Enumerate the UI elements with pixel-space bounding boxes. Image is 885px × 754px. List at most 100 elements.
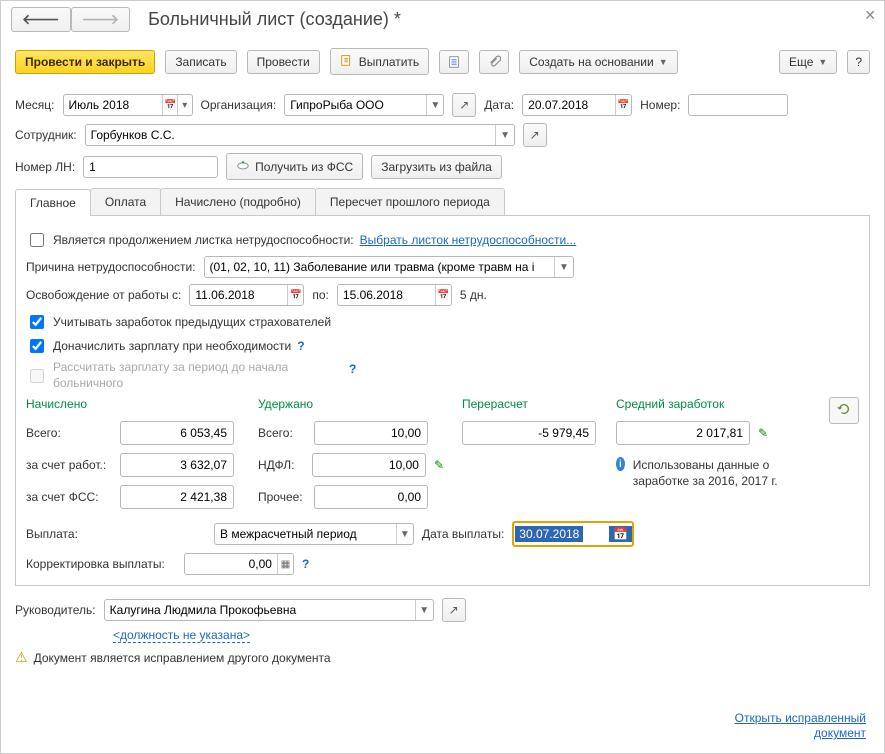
correction-input[interactable]: [185, 557, 277, 571]
ln-field[interactable]: [83, 156, 218, 178]
tab-payment[interactable]: Оплата: [90, 188, 161, 215]
chevron-down-icon[interactable]: ▼: [495, 125, 513, 145]
calculator-icon[interactable]: ▦: [277, 554, 293, 574]
use-prev-insurers-checkbox[interactable]: [30, 315, 44, 329]
total-label: Всего:: [258, 426, 306, 440]
header-row-3: Номер ЛН: Получить из ФСС Загрузить из ф…: [15, 153, 870, 180]
reason-field[interactable]: ▼: [204, 256, 574, 278]
period-from-field[interactable]: 📅: [189, 284, 304, 306]
accrue-salary-checkbox[interactable]: [30, 339, 44, 353]
total-label: Всего:: [26, 426, 112, 440]
payout-period-field[interactable]: ▼: [214, 523, 414, 545]
date-input[interactable]: [523, 98, 615, 112]
is-continuation-label: Является продолжением листка нетрудоспос…: [53, 233, 354, 247]
avg-field[interactable]: [616, 421, 750, 445]
employee-open-button[interactable]: ↗: [523, 123, 547, 147]
ln-input[interactable]: [84, 160, 217, 174]
period-to-field[interactable]: 📅: [337, 284, 452, 306]
spinner-icon[interactable]: ▾: [177, 95, 192, 115]
reason-input[interactable]: [205, 260, 555, 274]
refresh-button[interactable]: [829, 397, 859, 424]
load-from-file-button[interactable]: Загрузить из файла: [371, 155, 502, 179]
get-from-fss-button[interactable]: Получить из ФСС: [226, 153, 363, 180]
document-journal-button[interactable]: [439, 50, 469, 74]
correction-field[interactable]: ▦: [184, 553, 294, 575]
calendar-icon[interactable]: 📅: [435, 285, 451, 305]
period-to-input[interactable]: [338, 288, 435, 302]
payout-button[interactable]: Выплатить: [330, 48, 430, 75]
month-input[interactable]: [64, 98, 163, 112]
more-button[interactable]: Еще ▼: [779, 50, 837, 74]
number-input[interactable]: [689, 98, 787, 112]
org-input[interactable]: [285, 98, 426, 112]
payout-label: Выплата:: [26, 527, 206, 541]
manager-input[interactable]: [105, 603, 415, 617]
date-field[interactable]: 📅: [522, 94, 632, 116]
post-close-button[interactable]: Провести и закрыть: [15, 50, 155, 74]
calendar-icon[interactable]: 📅: [615, 95, 631, 115]
employee-field[interactable]: ▼: [85, 124, 515, 146]
employee-label: Сотрудник:: [15, 128, 77, 142]
manager-open-button[interactable]: ↗: [442, 598, 466, 622]
help-button[interactable]: ?: [847, 50, 870, 74]
help-icon[interactable]: ?: [297, 339, 304, 353]
payout-icon: [340, 53, 354, 70]
deducted-ndfl-field[interactable]: [312, 453, 426, 477]
calendar-icon[interactable]: 📅: [287, 285, 303, 305]
save-button[interactable]: Записать: [165, 50, 236, 74]
manager-field[interactable]: ▼: [104, 599, 434, 621]
nav-back-button[interactable]: 🡐: [11, 7, 71, 32]
payout-date-label: Дата выплаты:: [422, 527, 504, 541]
post-button[interactable]: Провести: [247, 50, 320, 74]
chevron-down-icon: ▼: [659, 57, 668, 67]
org-open-button[interactable]: ↗: [452, 93, 476, 117]
info-icon: i: [616, 457, 625, 471]
deducted-other-field[interactable]: [314, 485, 428, 509]
tab-accrued[interactable]: Начислено (подробно): [160, 188, 316, 215]
calc-before-label: Рассчитать зарплату за период до начала …: [53, 360, 303, 391]
month-field[interactable]: 📅 ▾: [63, 94, 193, 116]
open-corrected-link[interactable]: Открыть исправленный документ: [735, 711, 866, 741]
ndfl-label: НДФЛ:: [258, 458, 304, 472]
cloud-icon: [236, 158, 250, 175]
number-label: Номер:: [640, 98, 680, 112]
warning-icon: ⚠: [15, 649, 28, 666]
help-icon[interactable]: ?: [302, 557, 309, 571]
period-from-input[interactable]: [190, 288, 287, 302]
org-label: Организация:: [201, 98, 277, 112]
help-icon[interactable]: ?: [349, 362, 356, 376]
tab-main[interactable]: Главное: [15, 189, 91, 216]
close-icon[interactable]: ✕: [864, 7, 876, 24]
number-field[interactable]: [688, 94, 788, 116]
is-continuation-checkbox[interactable]: [30, 233, 44, 247]
accrued-heading: Начислено: [26, 397, 240, 411]
org-field[interactable]: ▼: [284, 94, 444, 116]
accrued-fss-field[interactable]: [120, 485, 234, 509]
calendar-icon[interactable]: 📅: [609, 526, 632, 542]
employee-input[interactable]: [86, 128, 496, 142]
create-based-on-button[interactable]: Создать на основании ▼: [519, 50, 677, 74]
accrued-employer-field[interactable]: [120, 453, 234, 477]
toolbar: Провести и закрыть Записать Провести Вып…: [1, 42, 884, 83]
totals-area: Начислено Всего: за счет работ.: за счет…: [26, 397, 859, 509]
chevron-down-icon[interactable]: ▼: [415, 600, 433, 620]
payout-period-input[interactable]: [215, 527, 396, 541]
period-label: Освобождение от работы с:: [26, 288, 181, 302]
attachments-button[interactable]: [479, 50, 509, 74]
deducted-total-field[interactable]: [314, 421, 428, 445]
month-label: Месяц:: [15, 98, 55, 112]
tab-recalc[interactable]: Пересчет прошлого периода: [315, 188, 505, 215]
payout-date-field[interactable]: 30.07.2018 📅: [512, 521, 634, 547]
chevron-down-icon[interactable]: ▼: [426, 95, 443, 115]
accrued-total-field[interactable]: [120, 421, 234, 445]
pencil-icon[interactable]: ✎: [758, 426, 768, 440]
recalc-field[interactable]: [462, 421, 596, 445]
position-link[interactable]: <должность не указана>: [113, 628, 250, 643]
reason-label: Причина нетрудоспособности:: [26, 260, 196, 274]
calendar-icon[interactable]: 📅: [162, 95, 177, 115]
chevron-down-icon[interactable]: ▼: [554, 257, 572, 277]
pencil-icon[interactable]: ✎: [434, 458, 444, 472]
open-corrected-line1: Открыть исправленный: [735, 711, 866, 725]
select-sheet-link[interactable]: Выбрать листок нетрудоспособности...: [360, 233, 577, 247]
chevron-down-icon[interactable]: ▼: [396, 524, 413, 544]
